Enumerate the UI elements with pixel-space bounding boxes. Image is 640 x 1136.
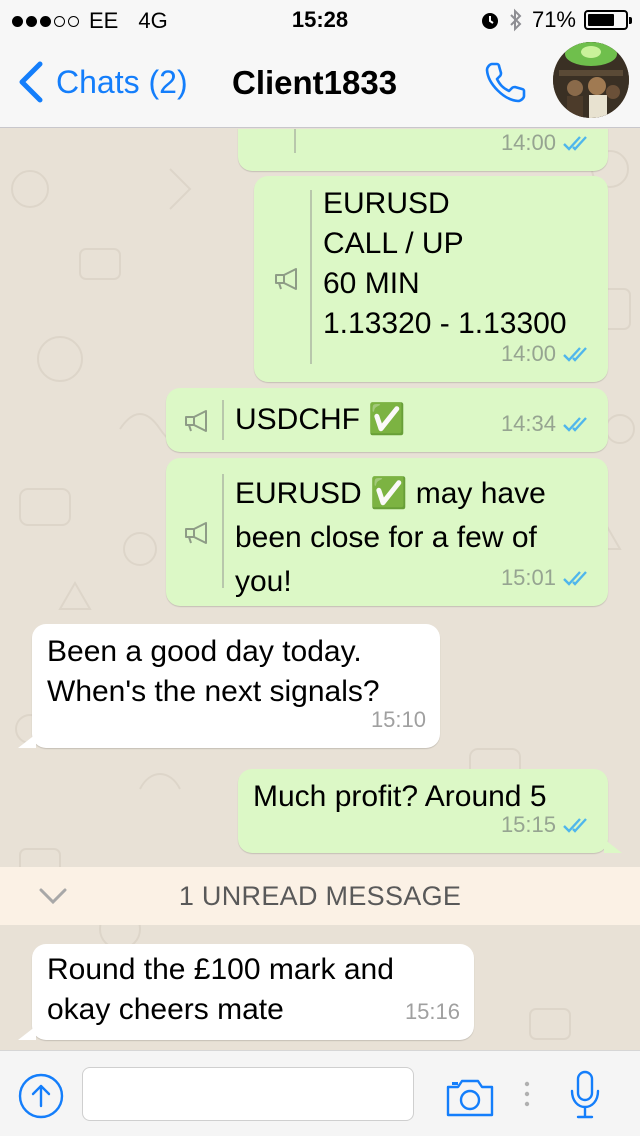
avatar-photo <box>553 42 629 118</box>
back-to-chats-button[interactable]: Chats (2) <box>16 60 188 104</box>
status-bar: EE 4G 15:28 71% <box>0 0 640 40</box>
double-check-icon <box>563 136 587 151</box>
message-time: 14:34 <box>500 411 556 436</box>
bluetooth-icon <box>510 8 522 32</box>
battery-percent: 71% <box>531 7 576 32</box>
message-text: Been a good day today. When's the next s… <box>47 635 380 708</box>
message-meta: 15:01 <box>501 558 594 598</box>
message-text: Round the £100 mark and okay cheers mate <box>47 953 394 1026</box>
message-meta: 14:00 <box>501 334 594 374</box>
double-check-icon <box>563 347 587 362</box>
message-bubble-outgoing[interactable]: Much profit? Around 5 15:15 <box>238 769 608 853</box>
double-check-icon <box>563 818 587 833</box>
message-bubble-outgoing[interactable]: EURUSD ✅ may have been close for a few o… <box>166 458 608 606</box>
message-meta: 15:15 <box>501 805 594 845</box>
phone-icon[interactable] <box>482 58 530 106</box>
battery-fill <box>588 14 614 26</box>
megaphone-icon <box>185 410 207 432</box>
message-bubble-outgoing[interactable]: EURUSD CALL / UP 60 MIN 1.13320 - 1.1330… <box>254 176 608 382</box>
contact-name[interactable]: Client1833 <box>232 64 397 102</box>
composer-bar <box>0 1050 640 1136</box>
message-list[interactable]: 14:00 EURUSD CALL / UP 60 MIN 1.13320 - … <box>0 129 640 1050</box>
message-meta: 15:16 <box>405 992 460 1032</box>
microphone-icon[interactable] <box>568 1069 602 1121</box>
double-check-icon <box>563 571 587 586</box>
bubble-tail <box>18 734 36 748</box>
message-text: USDCHF ✅ <box>235 403 406 436</box>
message-meta: 15:10 <box>371 700 426 740</box>
message-bubble-outgoing[interactable]: USDCHF ✅ 14:34 <box>166 388 608 452</box>
unread-divider[interactable]: 1 UNREAD MESSAGE <box>0 867 640 925</box>
message-time: 15:10 <box>370 707 426 732</box>
megaphone-icon <box>275 268 297 290</box>
unread-label: 1 UNREAD MESSAGE <box>178 880 462 911</box>
megaphone-icon <box>185 522 207 544</box>
message-text: EURUSD ✅ may have been close for a few o… <box>235 477 546 598</box>
message-meta: 14:00 <box>501 129 594 163</box>
message-input[interactable] <box>82 1067 414 1121</box>
message-bubble-outgoing[interactable]: 14:00 <box>238 129 608 171</box>
contact-avatar[interactable] <box>553 42 629 118</box>
status-right: 71% <box>480 7 632 33</box>
message-bubble-incoming[interactable]: Been a good day today. When's the next s… <box>32 624 440 748</box>
double-check-icon <box>563 417 587 432</box>
message-meta: 14:34 <box>501 404 594 444</box>
battery-icon <box>584 10 632 30</box>
message-time: 15:01 <box>500 565 556 590</box>
bubble-tail <box>604 839 622 853</box>
message-bubble-incoming[interactable]: Round the £100 mark and okay cheers mate… <box>32 944 474 1040</box>
message-time: 15:15 <box>500 812 556 837</box>
arrow-up-circle-icon[interactable] <box>18 1073 64 1119</box>
back-label: Chats (2) <box>56 63 188 100</box>
chevron-left-icon <box>19 61 43 103</box>
message-text: EURUSD CALL / UP 60 MIN 1.13320 - 1.1330… <box>323 187 567 340</box>
alarm-icon <box>481 13 498 29</box>
separator-dots <box>524 1081 530 1107</box>
message-time: 15:16 <box>404 999 460 1024</box>
bubble-tail <box>18 1026 36 1040</box>
message-time: 14:00 <box>500 341 556 366</box>
chevron-down-icon[interactable] <box>38 885 68 907</box>
message-time: 14:00 <box>500 130 556 155</box>
chat-header: Chats (2) Client1833 <box>0 40 640 128</box>
camera-icon[interactable] <box>444 1075 496 1119</box>
